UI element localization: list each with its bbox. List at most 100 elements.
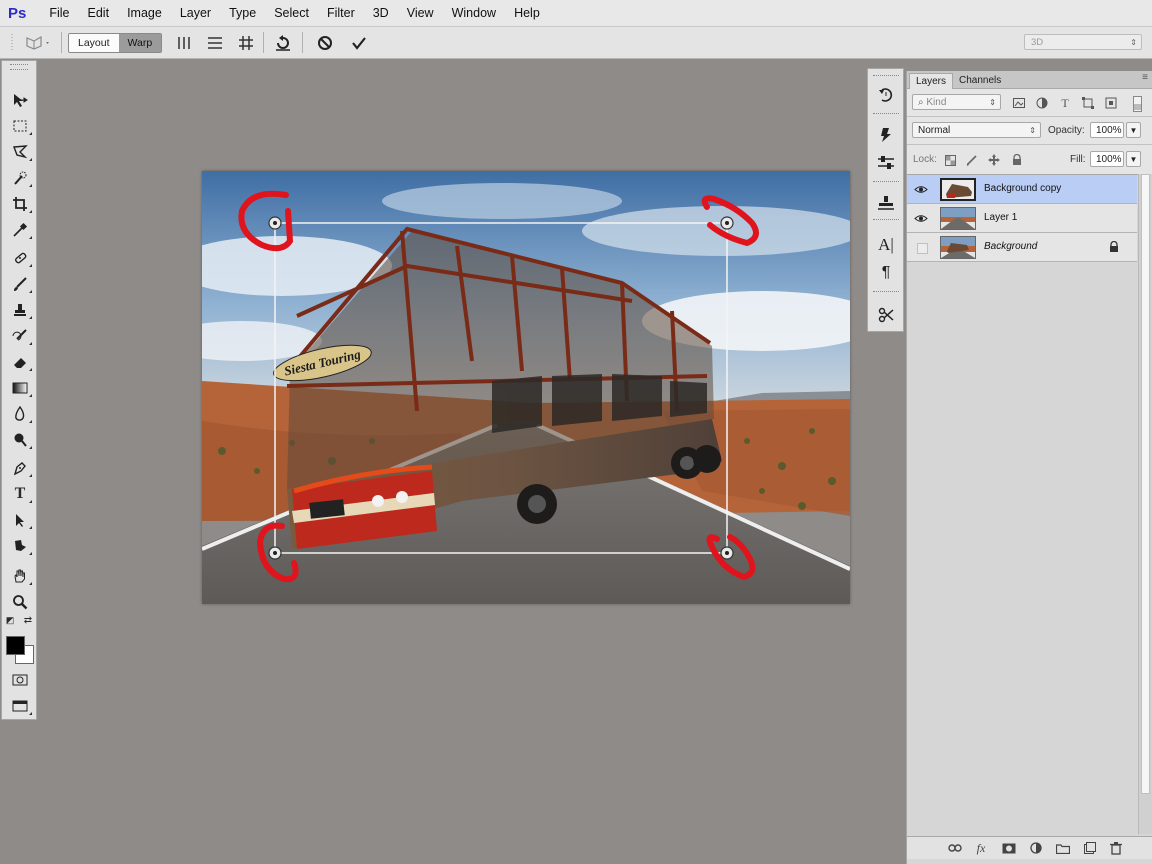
- screen-mode-icon[interactable]: [6, 695, 34, 717]
- quick-select-icon[interactable]: [6, 167, 34, 189]
- layer-thumbnail: [940, 236, 976, 259]
- puppet-warp-icon[interactable]: [20, 27, 56, 58]
- marquee-icon[interactable]: [6, 115, 34, 137]
- crop-icon[interactable]: [6, 193, 34, 215]
- lock-pixels-icon[interactable]: [965, 153, 979, 167]
- panel-grip[interactable]: [10, 64, 28, 70]
- quick-mask-icon[interactable]: [6, 669, 34, 691]
- separator: [302, 32, 303, 53]
- link-icon[interactable]: [947, 840, 963, 856]
- adjustment-filter-icon[interactable]: [1035, 96, 1049, 110]
- opacity-input[interactable]: 100%: [1090, 122, 1124, 138]
- shape-filter-icon[interactable]: [1081, 96, 1095, 110]
- split-vertical-icon[interactable]: [172, 27, 196, 58]
- fill-input[interactable]: 100%: [1090, 151, 1124, 167]
- warp-segment[interactable]: Warp: [118, 34, 162, 52]
- pen-icon[interactable]: [6, 457, 34, 479]
- type-filter-icon[interactable]: T: [1058, 96, 1072, 110]
- shape-icon[interactable]: [6, 535, 34, 557]
- zoom-icon[interactable]: [6, 591, 34, 613]
- brush-icon[interactable]: [6, 273, 34, 295]
- lock-transparency-icon[interactable]: [943, 153, 957, 167]
- path-select-icon[interactable]: [6, 509, 34, 531]
- adjustment-icon[interactable]: [1028, 840, 1044, 856]
- foreground-color-swatch[interactable]: [6, 636, 25, 655]
- filter-toggle[interactable]: [1133, 96, 1142, 112]
- smart-object-filter-icon[interactable]: [1104, 96, 1118, 110]
- menu-edit[interactable]: Edit: [79, 6, 119, 20]
- dodge-icon[interactable]: [6, 429, 34, 451]
- properties-icon[interactable]: [872, 191, 900, 215]
- tool-presets-icon[interactable]: [872, 303, 900, 327]
- commit-icon[interactable]: [346, 27, 372, 58]
- lock-row: Lock: Fill: 100% ▼: [907, 145, 1152, 175]
- default-colors-icon[interactable]: ◩: [3, 613, 17, 627]
- lock-all-icon[interactable]: [1010, 153, 1024, 167]
- gradient-icon[interactable]: [6, 377, 34, 399]
- menu-image[interactable]: Image: [118, 6, 171, 20]
- hand-icon[interactable]: [6, 565, 34, 587]
- menu-help[interactable]: Help: [505, 6, 549, 20]
- move-icon[interactable]: [6, 89, 34, 111]
- eyedropper-icon[interactable]: [6, 219, 34, 241]
- lasso-icon[interactable]: [6, 141, 34, 163]
- split-horizontal-icon[interactable]: [203, 27, 227, 58]
- new-layer-icon[interactable]: [1082, 840, 1098, 856]
- menu-window[interactable]: Window: [443, 6, 505, 20]
- history-brush-icon[interactable]: [6, 325, 34, 347]
- layer-name: Background copy: [984, 183, 1062, 194]
- adjustments-icon[interactable]: [872, 151, 900, 175]
- cancel-icon[interactable]: [312, 27, 338, 58]
- layers-scrollbar[interactable]: [1138, 174, 1152, 834]
- swap-colors-icon[interactable]: ⇄: [21, 613, 35, 627]
- opacity-dropdown-button[interactable]: ▼: [1126, 122, 1141, 138]
- document-canvas[interactable]: Siesta Touring: [202, 171, 850, 604]
- layers-footer: fx: [907, 836, 1152, 859]
- menu-file[interactable]: File: [40, 6, 78, 20]
- menu-3d[interactable]: 3D: [364, 6, 398, 20]
- panel-menu-icon[interactable]: ≡: [1142, 72, 1148, 83]
- rotate-icon[interactable]: [270, 27, 296, 58]
- menu-type[interactable]: Type: [220, 6, 265, 20]
- blend-row: Normal ⇕ Opacity: 100% ▼: [907, 117, 1152, 145]
- lock-position-icon[interactable]: [987, 153, 1001, 167]
- blend-mode-select[interactable]: Normal ⇕: [912, 122, 1041, 138]
- app-logo: Ps: [8, 4, 27, 22]
- trash-icon[interactable]: [1108, 840, 1124, 856]
- kind-filter-select[interactable]: ⌕ Kind ⇕: [912, 94, 1001, 110]
- mask-icon[interactable]: [1001, 840, 1017, 856]
- tab-channels[interactable]: Channels: [953, 73, 1007, 88]
- layer-row[interactable]: Background copy: [907, 175, 1137, 204]
- menu-layer[interactable]: Layer: [171, 6, 220, 20]
- actions-icon[interactable]: [872, 123, 900, 147]
- blur-icon[interactable]: [6, 403, 34, 425]
- type-icon[interactable]: T: [6, 483, 34, 505]
- kind-filter-label: Kind: [926, 97, 947, 108]
- visibility-eye-icon[interactable]: [913, 182, 929, 196]
- split-cross-icon[interactable]: [234, 27, 258, 58]
- layer-row[interactable]: Background: [907, 233, 1137, 262]
- menu-filter[interactable]: Filter: [318, 6, 364, 20]
- warp-handle-bottom-right: [720, 546, 734, 560]
- group-icon[interactable]: [1055, 840, 1071, 856]
- fill-dropdown-button[interactable]: ▼: [1126, 151, 1141, 167]
- eraser-icon[interactable]: [6, 351, 34, 373]
- pixel-filter-icon[interactable]: [1012, 96, 1026, 110]
- paragraph-icon[interactable]: ¶: [872, 261, 900, 285]
- tab-layers[interactable]: Layers: [909, 73, 954, 89]
- menu-view[interactable]: View: [398, 6, 443, 20]
- layer-row[interactable]: Layer 1: [907, 204, 1137, 233]
- layout-segment[interactable]: Layout: [69, 34, 119, 52]
- history-icon[interactable]: [872, 83, 900, 107]
- visibility-toggle[interactable]: [917, 243, 928, 254]
- menu-select[interactable]: Select: [265, 6, 318, 20]
- healing-icon[interactable]: [6, 247, 34, 269]
- workspace-select[interactable]: 3D ⇕: [1024, 34, 1142, 50]
- fx-icon[interactable]: fx: [973, 840, 989, 856]
- layout-warp-toggle[interactable]: Layout Warp: [68, 33, 163, 53]
- stamp-icon[interactable]: [6, 299, 34, 321]
- visibility-eye-icon[interactable]: [913, 211, 929, 225]
- scrollbar-thumb[interactable]: [1141, 174, 1150, 794]
- chevron-down-icon: ▼: [1129, 155, 1138, 164]
- character-icon[interactable]: A|: [872, 233, 900, 257]
